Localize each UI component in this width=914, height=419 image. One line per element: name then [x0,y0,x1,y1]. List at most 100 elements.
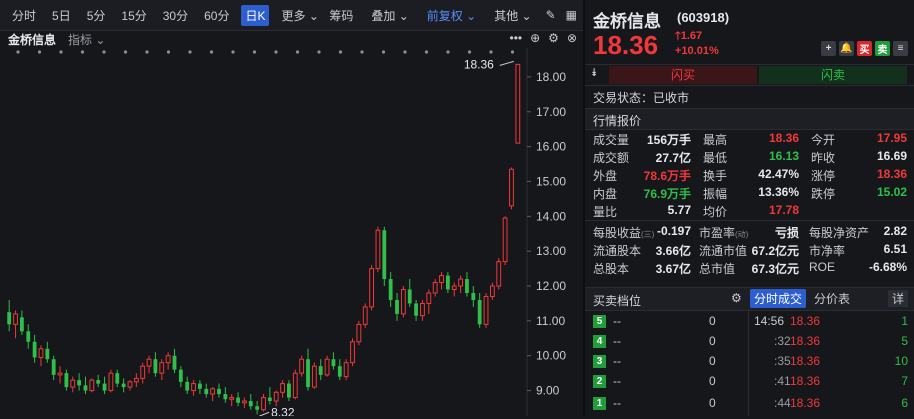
orderbook-gear-icon[interactable]: ⚙ [731,291,742,305]
period-more-dropdown[interactable]: 更多 ⌄ [277,5,322,26]
candle-body-down [395,299,399,314]
candle-body-down [331,359,336,367]
period-tab-5min[interactable]: 5分 [83,5,110,26]
min-pointer-line [258,411,270,417]
collapse-arrow-icon[interactable]: ⯯ [591,67,598,80]
other-label: 其他 [494,8,519,23]
tick-price: 18.36 [790,396,821,410]
buy-button[interactable]: 买 [857,41,872,56]
change-pct: +10.01% [675,45,719,57]
stat-low: 16.13 [768,149,799,163]
max-pointer-line [499,60,514,66]
event-marker-dot [338,50,343,54]
candle-body-down [121,383,126,388]
tick-time: :32 [774,334,791,348]
stat-amplitude: 13.36% [758,185,799,199]
candle-body-up [324,358,330,376]
stat-label: 换手 [703,169,728,183]
other-dropdown[interactable]: 其他 ⌄ [490,5,535,26]
chart-stock-name: 金桥信息 [8,32,57,47]
quote-buttons: + 🔔 买 卖 ≡ [821,41,908,56]
add-circle-icon[interactable]: ⊕ [530,31,540,45]
event-marker-dot [403,50,407,54]
candle-body-down [287,383,291,398]
stat-total-cap: 67.3亿元 [751,262,799,276]
candle-body-up [343,362,349,378]
candle-body-up [400,289,406,315]
candle-body-up [191,383,196,392]
tick-volume: 5 [901,334,908,348]
event-marker-dot [188,50,192,54]
tick-price: 18.36 [790,334,821,348]
candle-body-down [26,331,31,342]
stock-code: (603918) [677,10,730,25]
chart-svg: 18.00 17.00 16.00 15.00 14.00 13.00 12.00 11.00… [7,48,566,419]
gear-icon[interactable]: ⚙ [548,31,559,45]
menu-icon[interactable]: ≡ [893,41,908,56]
candle-body-down [178,369,183,382]
indicator-dropdown[interactable]: 指标 ⌄ [68,31,105,48]
candle-body-down [445,275,450,290]
event-marker-dot [102,50,106,54]
candle-body-down [19,317,24,332]
close-circle-icon[interactable]: ⊗ [567,31,577,45]
tab-price-table[interactable]: 分价表 [810,289,854,308]
candle-body-up [420,302,425,317]
event-marker-dot [424,50,429,54]
period-tab-15min[interactable]: 15分 [117,5,150,26]
flash-buy-button[interactable]: 闪买 [609,66,757,84]
candle-body-up [242,400,247,404]
overlay-dropdown[interactable]: 叠加 ⌄ [367,5,412,26]
candle-body-down [51,359,56,375]
stat-label: 成交量 [593,133,630,147]
event-marker-dot [16,50,20,54]
alert-bell-button[interactable]: 🔔 [839,41,854,56]
candle-body-down [382,230,387,280]
candle-body-down [236,397,240,403]
period-tab-60min[interactable]: 60分 [200,5,233,26]
candle-body-up [57,372,63,376]
stat-open: 17.95 [876,131,907,145]
grid-icon[interactable]: ▦ [566,8,577,22]
detail-button[interactable]: 详 [887,290,908,307]
chart-subbar: 金桥信息 指标 ⌄ ••• ⊕ ⚙ ⊗ [0,30,583,48]
stat-eps: -0.197 [656,224,691,238]
tab-time-sales[interactable]: 分时成交 [750,289,807,308]
toolbar-right: 筹码 叠加 ⌄ 前复权 ⌄ 其他 ⌄ ✎ ▦ [325,0,577,30]
sell-button[interactable]: 卖 [875,41,890,56]
event-marker-dot [37,50,42,54]
candle-body-down [477,299,482,325]
draw-pen-icon[interactable]: ✎ [546,8,556,22]
stat-vol-ratio: 5.77 [667,203,691,217]
stats-divider [585,220,914,221]
tick-price: 18.36 [790,374,821,388]
candle-body-up [515,63,521,144]
candle-body-up [451,285,457,291]
period-tab-daily[interactable]: 日K [241,4,270,26]
tick-tabs: 分时成交 分价表 [750,289,854,308]
adjust-dropdown[interactable]: 前复权 ⌄ [423,5,480,26]
ob-price: -- [613,374,621,388]
flash-sell-button[interactable]: 闪卖 [759,66,907,84]
period-tab-intraday[interactable]: 分时 [8,5,40,26]
candlestick-chart[interactable]: 18.00 17.00 16.00 15.00 14.00 13.00 12.00 11.00… [0,48,583,419]
more-dots-icon[interactable]: ••• [510,31,523,45]
level-badge: 4 [593,335,606,348]
tick-time: :41 [774,374,791,388]
candle-body-down [223,394,228,400]
stats-row-5: 量比 5.77 均价 17.78 [585,202,914,219]
period-tab-5day[interactable]: 5日 [48,5,75,26]
chevron-down-icon: ⌄ [308,8,319,23]
add-watchlist-button[interactable]: + [821,41,836,56]
y-tick-label: 14.00 [536,209,566,223]
candle-body-up [502,217,508,263]
chips-button[interactable]: 筹码 [325,5,357,26]
period-tab-30min[interactable]: 30分 [159,5,192,26]
stat-label: 总股本 [593,262,630,276]
tick-row: :32 18.36 5 [750,333,914,350]
ob-price: -- [613,334,621,348]
event-marker-dot [231,50,235,54]
max-price-label: 18.36 [464,57,494,71]
stat-limit-up: 18.36 [876,167,907,181]
level-badge: 2 [593,375,606,388]
